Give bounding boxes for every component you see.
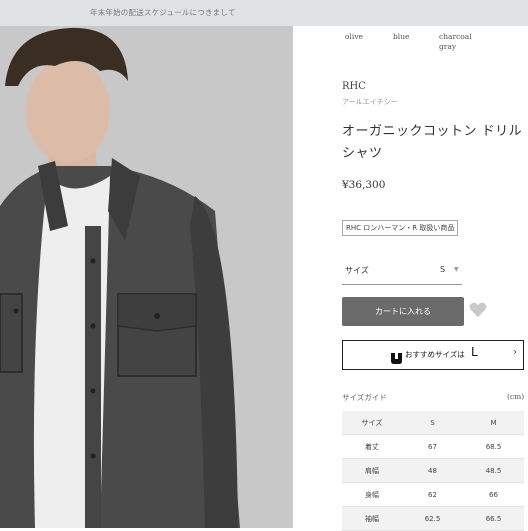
color-option-olive[interactable]: olive	[345, 32, 363, 42]
table-cell: 48	[402, 458, 463, 483]
heart-icon[interactable]	[469, 302, 487, 322]
recommended-size-value: L	[471, 345, 478, 359]
brand-name[interactable]: RHC	[342, 81, 366, 92]
table-cell: 67	[402, 434, 463, 459]
size-guide-unit: (cm)	[507, 392, 525, 401]
table-row: 袖幅 62.5 66.5	[342, 506, 524, 531]
table-cell: 62	[402, 482, 463, 507]
table-cell: 68.5	[463, 434, 524, 459]
table-cell: 袖幅	[342, 506, 402, 531]
product-title: オーガニックコットン ドリルシャツ	[342, 124, 523, 161]
product-price: ¥36,300	[342, 179, 386, 191]
product-tag[interactable]: RHC ロンハーマン・R 取扱い商品	[342, 220, 459, 236]
size-select-value[interactable]: S	[440, 265, 445, 274]
table-cell: 62.5	[402, 506, 463, 531]
add-to-cart-button[interactable]: カートに入れる	[342, 297, 464, 326]
notice-bar[interactable]: 年末年始の配送スケジュールにつきまして	[0, 0, 528, 26]
table-row: 肩幅 48 48.5	[342, 458, 524, 483]
recommended-size-button[interactable]: おすすめサイズは L ›	[342, 340, 524, 370]
brand-logo-icon	[391, 349, 402, 368]
size-selector[interactable]: サイズ S ▼	[342, 258, 462, 285]
chevron-down-icon: ▼	[454, 266, 459, 273]
color-option-charcoal-gray[interactable]: charcoal gray	[439, 32, 479, 52]
table-cell: 66.5	[463, 506, 524, 531]
table-header: S	[402, 411, 463, 435]
brand-kana: アールエイチシー	[342, 98, 398, 106]
product-photo[interactable]	[0, 26, 293, 528]
table-header: M	[463, 411, 524, 435]
color-option-blue[interactable]: blue	[393, 32, 409, 42]
size-guide-title: サイズガイド	[342, 393, 387, 402]
table-cell: 66	[463, 482, 524, 507]
table-cell: 48.5	[463, 458, 524, 483]
table-cell: 身幅	[342, 482, 402, 507]
notice-text[interactable]: 年末年始の配送スケジュールにつきまして	[90, 7, 236, 18]
table-header: サイズ	[342, 411, 402, 435]
size-guide-table: サイズ S M 着丈 67 68.5 肩幅 48 48.5 身幅 62 66 袖…	[342, 411, 524, 531]
size-label: サイズ	[345, 266, 369, 275]
recommended-size-text: おすすめサイズは	[405, 350, 465, 359]
product-photo-image	[0, 26, 293, 528]
table-cell: 肩幅	[342, 458, 402, 483]
table-row: 身幅 62 66	[342, 482, 524, 507]
table-cell: 着丈	[342, 434, 402, 459]
table-header-row: サイズ S M	[342, 411, 524, 435]
product-detail-panel: olive blue charcoal gray RHC アールエイチシー オー…	[293, 26, 528, 531]
chevron-right-icon: ›	[513, 347, 517, 358]
table-row: 着丈 67 68.5	[342, 434, 524, 459]
